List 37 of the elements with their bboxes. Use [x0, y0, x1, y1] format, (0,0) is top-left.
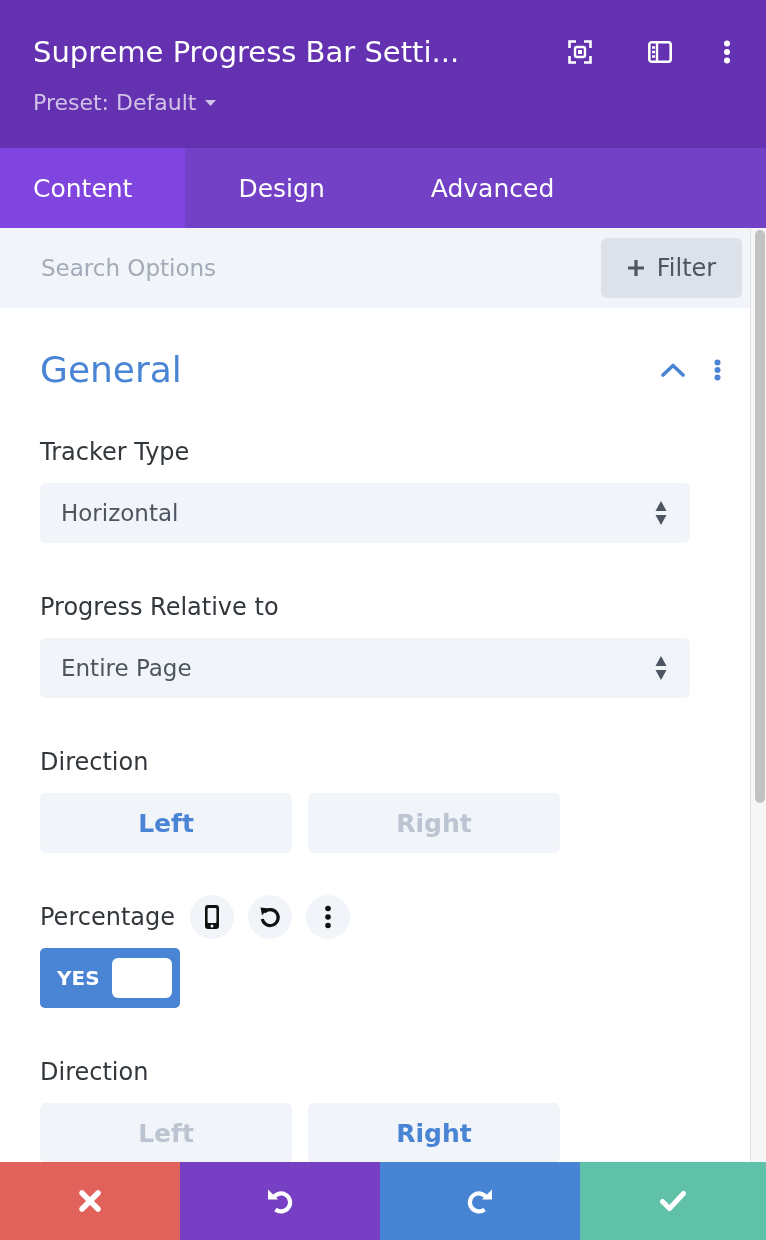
field-label: Direction [40, 747, 149, 777]
toggle-knob [111, 958, 172, 998]
panel-title: Supreme Progress Bar Setti... [33, 34, 461, 71]
filter-button[interactable]: Filter [601, 238, 742, 298]
close-icon [78, 1189, 102, 1213]
option-button[interactable]: Left [40, 793, 292, 853]
tab[interactable]: Content [0, 148, 186, 228]
tab[interactable]: Advanced [377, 148, 608, 228]
toggle-switch[interactable]: YES [40, 948, 180, 1008]
field-label: Progress Relative to [40, 592, 279, 622]
focus-icon[interactable] [568, 40, 592, 64]
redo-icon [466, 1187, 494, 1215]
field-label: Direction [40, 1057, 149, 1087]
undo-icon [266, 1187, 294, 1215]
search-input[interactable]: Search Options [41, 248, 591, 288]
select-value: Entire Page [61, 655, 192, 681]
select-arrows-icon [655, 500, 667, 526]
field-label: Tracker Type [40, 437, 190, 467]
section-title: General [40, 348, 183, 392]
select-field[interactable]: Horizontal [40, 483, 690, 543]
field-label: Percentage [40, 902, 175, 932]
chevron-up-icon[interactable] [661, 363, 685, 377]
caret-down-icon [205, 100, 217, 106]
reset-icon[interactable] [248, 895, 292, 939]
tab[interactable]: Design [185, 148, 378, 228]
select-field[interactable]: Entire Page [40, 638, 690, 698]
sidebar-layout-icon[interactable] [648, 41, 672, 63]
plus-icon [626, 259, 645, 277]
scrollbar-thumb[interactable] [755, 230, 765, 803]
phone-icon[interactable] [190, 895, 234, 939]
select-arrows-icon [655, 655, 667, 681]
more-icon[interactable] [306, 895, 350, 939]
check-icon [659, 1190, 687, 1212]
preset-dropdown[interactable]: Preset: Default [33, 88, 217, 118]
more-icon[interactable] [723, 40, 731, 64]
select-value: Horizontal [61, 500, 179, 526]
option-button[interactable]: Right [308, 1103, 560, 1162]
